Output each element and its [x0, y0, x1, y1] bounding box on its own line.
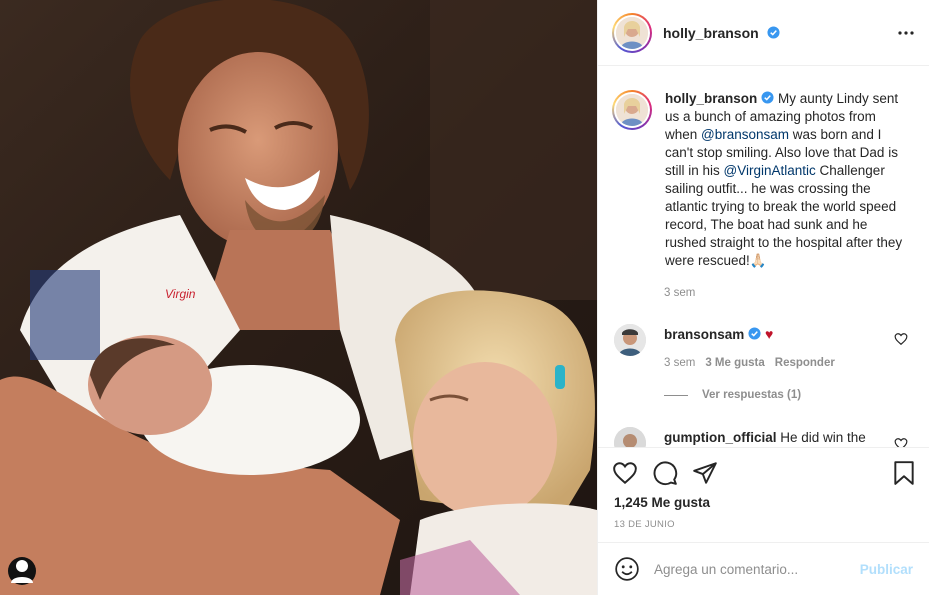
publish-button[interactable]: Publicar [860, 562, 913, 577]
comment-text: ♥ [765, 326, 774, 342]
post-header: holly_branson [598, 0, 929, 66]
post-sidebar: holly_branson holly_branson My aunty Lin… [597, 0, 929, 595]
replies-divider [664, 394, 688, 396]
post-caption: holly_branson My aunty Lindy sent us a b… [612, 90, 922, 270]
share-icon[interactable] [692, 460, 718, 486]
comment-timestamp[interactable]: 3 sem [664, 357, 695, 369]
verified-badge-icon [761, 91, 774, 104]
caption-username[interactable]: holly_branson [665, 91, 757, 106]
verified-badge-icon [748, 327, 761, 340]
view-replies-label[interactable]: Ver respuestas (1) [702, 389, 801, 401]
author-username[interactable]: holly_branson [663, 25, 780, 41]
svg-text:Virgin: Virgin [165, 287, 196, 301]
more-options-icon[interactable] [897, 24, 915, 42]
comment-likes[interactable]: 3 Me gusta [705, 357, 764, 369]
likes-count[interactable]: 1,245 Me gusta [614, 495, 710, 510]
commenter-avatar[interactable] [614, 324, 646, 356]
post-photo[interactable]: Virgin [0, 0, 597, 595]
user-tag-icon[interactable] [8, 557, 36, 585]
comment-text: He did win the [776, 430, 866, 445]
bookmark-icon[interactable] [891, 460, 917, 486]
comment-meta-row: 3 sem 3 Me gusta Responder [664, 357, 835, 369]
comment-text-row: gumption_official He did win the [664, 430, 866, 445]
caption-part-3: Challenger sailing outfit... he was cros… [665, 163, 903, 268]
verified-badge-icon [767, 25, 780, 39]
comment-like-icon[interactable] [894, 332, 908, 346]
caption-text: holly_branson My aunty Lindy sent us a b… [665, 90, 910, 270]
like-icon[interactable] [612, 460, 638, 486]
comments-list[interactable]: holly_branson My aunty Lindy sent us a b… [598, 67, 929, 447]
comment-username[interactable]: bransonsam ♥ [664, 326, 773, 342]
post-date[interactable]: 13 DE JUNIO [614, 519, 675, 530]
commenter-avatar[interactable] [614, 427, 646, 447]
post-photo-image: Virgin [0, 0, 597, 595]
comment-username[interactable]: gumption_official [664, 430, 777, 445]
caption-author-avatar[interactable] [612, 90, 652, 130]
comment-like-icon[interactable] [894, 437, 908, 447]
reply-button[interactable]: Responder [775, 357, 835, 369]
post-actions: 1,245 Me gusta 13 DE JUNIO [598, 447, 929, 542]
comment-username-text[interactable]: bransonsam [664, 327, 744, 342]
comment-input[interactable] [654, 561, 844, 577]
comment-icon[interactable] [652, 460, 678, 486]
comment-composer: Publicar [598, 542, 929, 595]
author-username-text[interactable]: holly_branson [663, 25, 759, 41]
view-replies-button[interactable]: Ver respuestas (1) [664, 389, 801, 401]
caption-timestamp[interactable]: 3 sem [664, 287, 695, 299]
mention-virginatlantic[interactable]: @VirginAtlantic [724, 163, 816, 178]
author-avatar[interactable] [612, 12, 652, 53]
caption-emojis: 🙏🏻 [749, 253, 767, 268]
emoji-icon[interactable] [614, 556, 640, 582]
mention-bransonsam[interactable]: @bransonsam [701, 127, 789, 142]
